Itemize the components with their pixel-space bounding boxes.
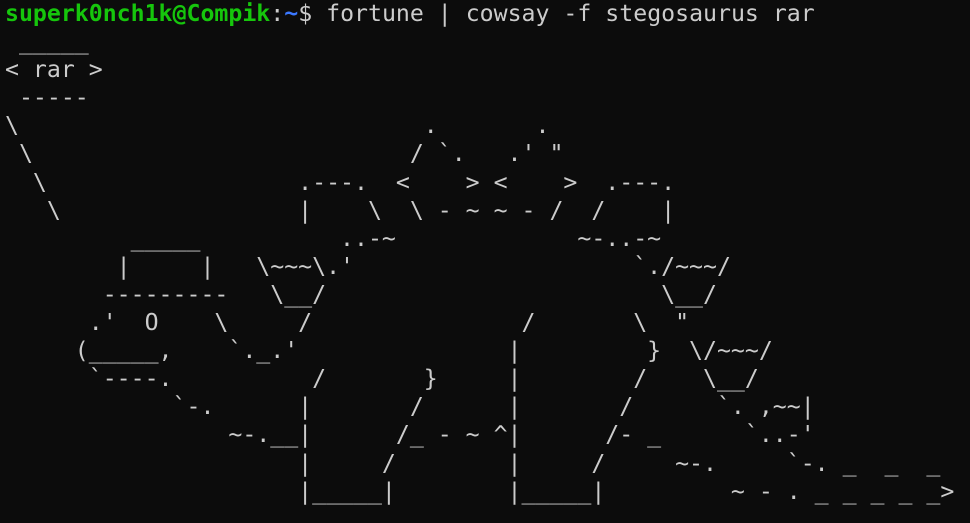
terminal-window[interactable]: superk0nch1k@Compik:~$ fortune | cowsay … <box>0 0 970 523</box>
output-line: `-. | / | / `. ,~~| <box>5 393 815 421</box>
output-line: (_____, `._.' | } \/~~~/ <box>5 337 773 365</box>
output-line: .' O \ / / \ " <box>5 309 690 337</box>
output-line: \ .---. < > < > .---. <box>5 168 676 196</box>
output-line: `----. / } | / \__/ <box>5 365 759 393</box>
output-line: --------- \__/ \__/ <box>5 280 717 308</box>
output-line: |_____| |_____| ~ - . _ _ _ _ _> <box>5 477 955 505</box>
output-line: < rar > <box>5 56 103 84</box>
command-text: fortune | cowsay -f stegosaurus rar <box>326 0 815 27</box>
output-line: \ . . <box>5 112 550 140</box>
output-line: | | \~~~\.' `./~~~/ <box>5 252 731 280</box>
prompt-path: ~ <box>284 0 299 27</box>
output-line: ----- <box>5 84 89 112</box>
prompt-user-host: superk0nch1k@Compik <box>5 0 271 27</box>
prompt-separator: : <box>270 0 285 27</box>
output-line: | / | / ~-. `-. _ _ _ <box>5 449 941 477</box>
output-line: \ | \ \ - ~ ~ - / / | <box>5 196 676 224</box>
output-line: _____ ..-~ ~-..-~ <box>5 224 662 252</box>
command-line: superk0nch1k@Compik:~$ fortune | cowsay … <box>5 0 970 28</box>
prompt-symbol: $ <box>298 0 327 27</box>
output-line: ~-.__| /_ - ~ ^| /- _ `..-' <box>5 421 815 449</box>
output-line: \ / `. .' " <box>5 140 564 168</box>
output-line: _____ <box>5 28 89 56</box>
command-output: _____ < rar > ----- \ . . \ / `. .' " \ .-… <box>5 28 970 506</box>
